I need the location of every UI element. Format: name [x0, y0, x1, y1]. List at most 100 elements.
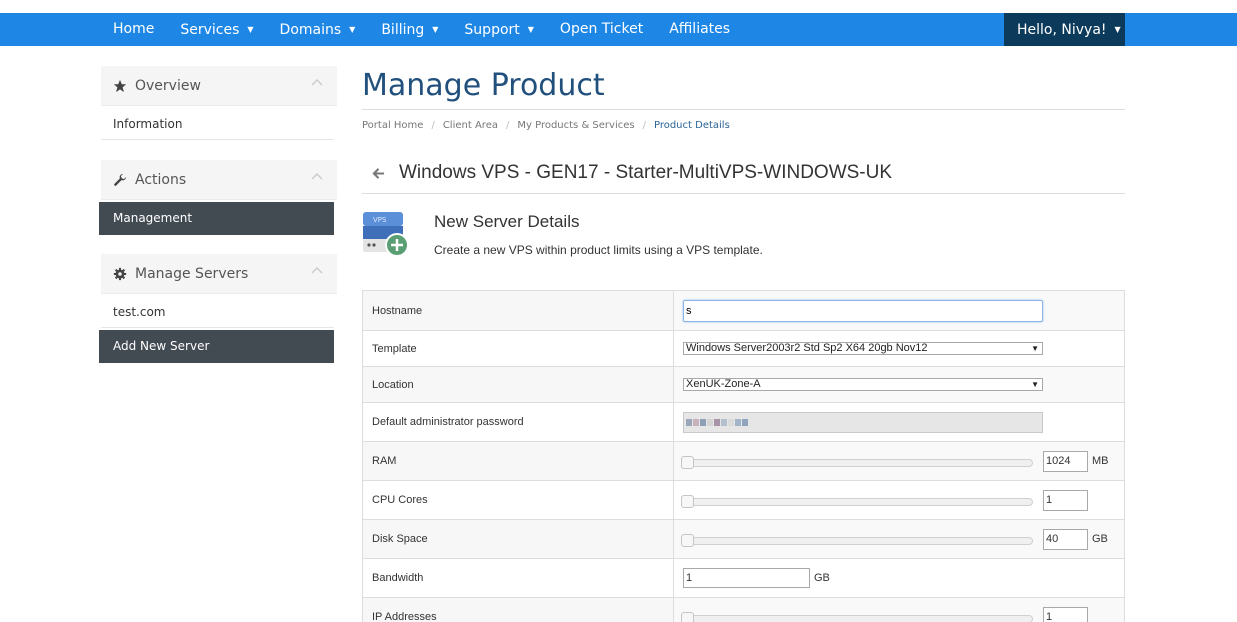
breadcrumb-portal-home[interactable]: Portal Home: [362, 120, 423, 131]
wrench-icon: [114, 173, 127, 186]
ip-slider-handle[interactable]: [681, 612, 694, 622]
back-arrow-icon[interactable]: [372, 167, 385, 180]
ip-input[interactable]: 1: [1043, 606, 1088, 622]
sidebar-item-add-new-server[interactable]: Add New Server: [99, 330, 334, 363]
nav-affiliates[interactable]: Affiliates: [656, 13, 743, 46]
disk-input[interactable]: 40: [1043, 528, 1088, 550]
nav-domains[interactable]: Domains ▼: [267, 13, 369, 46]
product-title-text: Windows VPS - GEN17 - Starter-MultiVPS-W…: [399, 162, 893, 183]
template-selected-value: Windows Server2003r2 Std Sp2 X64 20gb No…: [686, 342, 928, 354]
nav-services[interactable]: Services ▼: [167, 13, 266, 46]
caret-down-icon: ▼: [349, 25, 356, 34]
cpu-row: CPU Cores 1: [363, 481, 1124, 520]
cpu-slider-handle[interactable]: [681, 495, 694, 508]
bandwidth-cell: 1 GB: [674, 559, 1124, 597]
manage-servers-title: Manage Servers: [135, 265, 249, 282]
breadcrumb-client-area[interactable]: Client Area: [443, 120, 498, 131]
bandwidth-unit: GB: [814, 572, 830, 584]
sidebar-item-test-com[interactable]: test.com: [101, 296, 334, 328]
disk-slider[interactable]: [681, 534, 1033, 547]
nav-home[interactable]: Home: [100, 13, 167, 46]
cpu-label: CPU Cores: [363, 481, 674, 519]
disk-unit: GB: [1092, 533, 1108, 545]
product-title: Windows VPS - GEN17 - Starter-MultiVPS-W…: [372, 162, 892, 184]
caret-down-icon: ▼: [527, 25, 534, 34]
nav-support-label: Support: [464, 22, 520, 38]
masked-block: [707, 418, 713, 426]
sidebar-item-information[interactable]: Information: [101, 108, 334, 140]
masked-block: [700, 418, 706, 426]
ram-label: RAM: [363, 442, 674, 480]
breadcrumb-separator: /: [642, 120, 646, 131]
hostname-label: Hostname: [363, 291, 674, 330]
location-selected-value: XenUK-Zone-A: [686, 378, 761, 390]
cpu-cell: 1: [674, 481, 1124, 519]
nav-services-label: Services: [180, 22, 240, 38]
chevron-up-icon[interactable]: [311, 266, 323, 274]
nav-support[interactable]: Support ▼: [451, 13, 547, 46]
disk-cell: 40 GB: [674, 520, 1124, 558]
template-cell: Windows Server2003r2 Std Sp2 X64 20gb No…: [674, 331, 1124, 366]
top-navbar: Home Services ▼ Domains ▼ Billing ▼ Support…: [0, 13, 1237, 46]
hostname-input[interactable]: [683, 299, 1043, 322]
location-cell: XenUK-Zone-A ▼: [674, 367, 1124, 402]
hostname-cell: [674, 291, 1124, 330]
vps-icon-label: VPS: [373, 216, 387, 224]
user-greeting: Hello, Nivya!: [1017, 22, 1107, 38]
sidebar-item-label: Add New Server: [113, 339, 210, 353]
bandwidth-row: Bandwidth 1 GB: [363, 559, 1124, 598]
chevron-up-icon[interactable]: [311, 172, 323, 180]
cpu-input[interactable]: 1: [1043, 489, 1088, 511]
cpu-slider[interactable]: [681, 495, 1033, 508]
ram-slider-handle[interactable]: [681, 456, 694, 469]
breadcrumb-product-details: Product Details: [653, 120, 730, 131]
ram-slider[interactable]: [681, 456, 1033, 469]
sidebar-item-label: Management: [113, 211, 193, 225]
breadcrumb-products-services[interactable]: My Products & Services: [517, 120, 634, 131]
ip-label: IP Addresses: [363, 598, 674, 622]
template-select[interactable]: Windows Server2003r2 Std Sp2 X64 20gb No…: [683, 342, 1043, 355]
disk-slider-handle[interactable]: [681, 534, 694, 547]
new-server-form: Hostname Template Windows Server2003r2 S…: [362, 290, 1125, 622]
sidebar-item-management[interactable]: Management: [99, 202, 334, 235]
bandwidth-label: Bandwidth: [363, 559, 674, 597]
manage-servers-panel-header[interactable]: Manage Servers: [101, 254, 337, 294]
section-title: New Server Details: [434, 212, 580, 231]
page-title: Manage Product: [362, 68, 605, 103]
disk-row: Disk Space 40 GB: [363, 520, 1124, 559]
title-divider: [362, 109, 1125, 110]
ram-row: RAM 1024 MB: [363, 442, 1124, 481]
actions-panel-header[interactable]: Actions: [101, 160, 337, 200]
masked-block: [693, 418, 699, 426]
gear-icon: [113, 267, 127, 280]
ram-input[interactable]: 1024: [1043, 450, 1088, 472]
masked-block: [686, 418, 692, 426]
ip-slider[interactable]: [681, 612, 1033, 622]
password-row: Default administrator password: [363, 403, 1124, 442]
masked-block: [728, 418, 734, 426]
sidebar-item-label: Information: [113, 117, 183, 131]
masked-block: [721, 418, 727, 426]
caret-down-icon: ▼: [432, 25, 439, 34]
nav-open-ticket[interactable]: Open Ticket: [547, 13, 656, 46]
bandwidth-input[interactable]: 1: [683, 568, 810, 588]
caret-down-icon: ▼: [1114, 25, 1121, 34]
nav-affiliates-label: Affiliates: [669, 21, 731, 37]
password-field-masked[interactable]: [683, 411, 1043, 433]
star-icon: [113, 79, 127, 92]
breadcrumb-separator: /: [431, 120, 435, 131]
template-row: Template Windows Server2003r2 Std Sp2 X6…: [363, 331, 1124, 367]
password-cell: [674, 403, 1124, 441]
breadcrumb: Portal Home / Client Area / My Products & …: [362, 120, 730, 131]
dropdown-arrow-icon: ▼: [1031, 344, 1039, 353]
ip-cell: 1: [674, 598, 1124, 622]
overview-panel-header[interactable]: Overview: [101, 66, 337, 106]
location-select[interactable]: XenUK-Zone-A ▼: [683, 378, 1043, 391]
location-row: Location XenUK-Zone-A ▼: [363, 367, 1124, 403]
nav-open-ticket-label: Open Ticket: [559, 21, 644, 37]
nav-billing[interactable]: Billing ▼: [368, 13, 451, 46]
ram-cell: 1024 MB: [674, 442, 1124, 480]
chevron-up-icon[interactable]: [311, 78, 323, 86]
user-menu[interactable]: Hello, Nivya! ▼: [1004, 13, 1125, 46]
disk-label: Disk Space: [363, 520, 674, 558]
